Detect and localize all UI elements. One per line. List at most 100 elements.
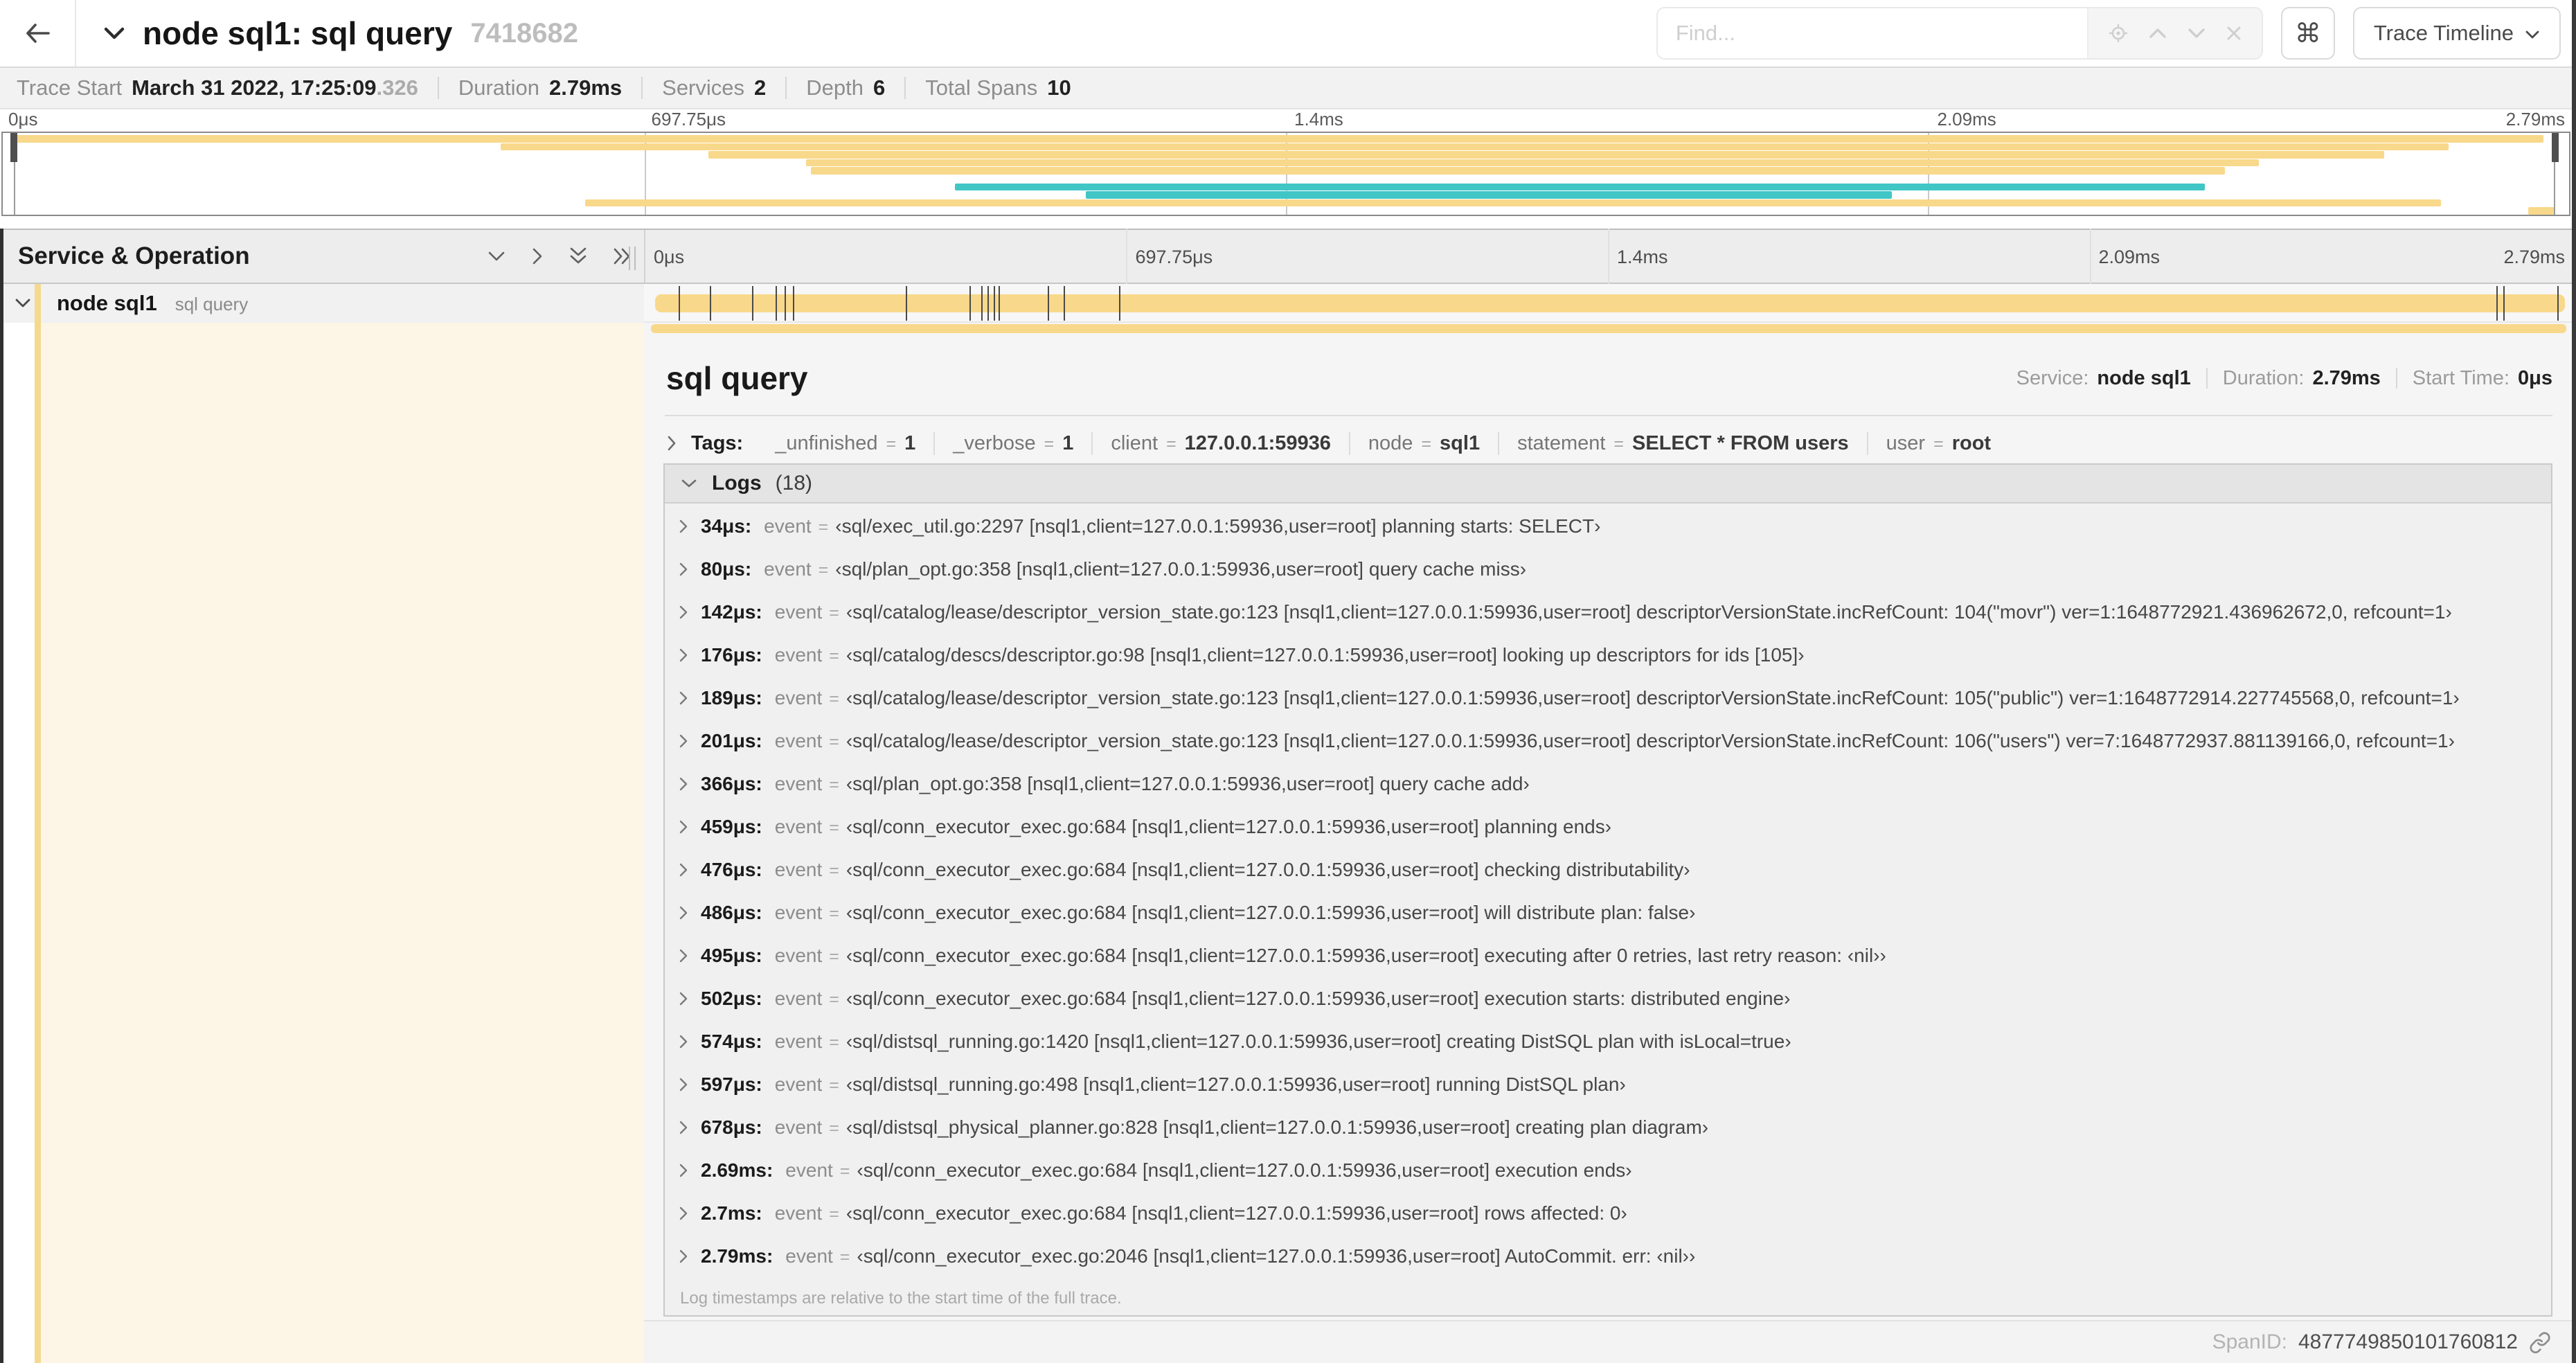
clear-search-icon[interactable] [2226, 25, 2242, 42]
detail-row-left-column [0, 323, 644, 1363]
trace-depth: Depth 6 [806, 75, 886, 100]
log-entry[interactable]: 80μs: event = ‹sql/plan_opt.go:358 [nsql… [665, 548, 2551, 591]
find-ops [2086, 8, 2262, 58]
divider [437, 77, 439, 99]
log-entry[interactable]: 459μs: event = ‹sql/conn_executor_exec.g… [665, 805, 2551, 848]
minimap-span [500, 143, 2449, 151]
log-field-value: ‹sql/exec_util.go:2297 [nsql1,client=127… [835, 515, 1601, 537]
log-entry[interactable]: 34μs: event = ‹sql/exec_util.go:2297 [ns… [665, 505, 2551, 548]
tags-accordian[interactable]: Tags: _unfinished = 1 _verbose = 1 clien… [666, 424, 2552, 463]
log-marker [1048, 286, 1050, 321]
log-timestamp: 366μs: [701, 773, 762, 794]
prev-match-icon[interactable] [2148, 27, 2167, 39]
log-field-key: event [774, 687, 823, 709]
log-entry[interactable]: 201μs: event = ‹sql/catalog/lease/descri… [665, 720, 2551, 763]
logs-accordian: Logs (18) 34μs: event = ‹sql/exec_util.g… [663, 463, 2552, 1317]
chevron-right-icon [679, 518, 688, 535]
minimap-left-scrubber[interactable] [10, 133, 17, 162]
log-field-value: ‹sql/conn_executor_exec.go:684 [nsql1,cl… [846, 945, 1886, 966]
log-field-key: event [774, 601, 823, 623]
log-marker [994, 286, 996, 321]
log-entry[interactable]: 176μs: event = ‹sql/catalog/descs/descri… [665, 634, 2551, 677]
log-timestamp: 678μs: [701, 1116, 762, 1138]
next-match-icon[interactable] [2187, 27, 2206, 39]
log-field-key: event [785, 1245, 833, 1267]
log-entry[interactable]: 2.79ms: event = ‹sql/conn_executor_exec.… [665, 1235, 2551, 1278]
tag-item: statement = SELECT * FROM users [1498, 431, 1867, 455]
logs-header[interactable]: Logs (18) [665, 465, 2551, 504]
log-field-value: ‹sql/conn_executor_exec.go:684 [nsql1,cl… [846, 859, 1690, 880]
log-field-key: event [774, 1031, 823, 1052]
log-entry[interactable]: 2.69ms: event = ‹sql/conn_executor_exec.… [665, 1149, 2551, 1192]
span-detail-panel: sql query Service: node sql1 Duration: 2.7… [644, 323, 2572, 1363]
log-field-key: event [774, 1202, 823, 1224]
chevron-right-icon [679, 1248, 688, 1265]
collapse-all-icon[interactable] [568, 246, 589, 267]
log-field-value: ‹sql/catalog/lease/descriptor_version_st… [846, 601, 2452, 623]
time-tick-label: 1.4ms [1294, 109, 1343, 130]
service-color-stripe [35, 284, 41, 323]
log-field-key: event [774, 945, 823, 966]
log-entry[interactable]: 142μs: event = ‹sql/catalog/lease/descri… [665, 591, 2551, 634]
log-entry[interactable]: 2.7ms: event = ‹sql/conn_executor_exec.g… [665, 1192, 2551, 1235]
log-timestamp: 142μs: [701, 601, 762, 623]
chevron-down-icon[interactable] [102, 25, 126, 42]
right-scrollbar[interactable] [2572, 0, 2576, 1363]
divider [2206, 368, 2208, 389]
log-entry[interactable]: 495μs: event = ‹sql/conn_executor_exec.g… [665, 934, 2551, 977]
trace-view-selector[interactable]: Trace Timeline [2352, 7, 2561, 60]
log-entry[interactable]: 476μs: event = ‹sql/conn_executor_exec.g… [665, 848, 2551, 891]
log-timestamp: 486μs: [701, 902, 762, 923]
log-entry[interactable]: 678μs: event = ‹sql/distsql_physical_pla… [665, 1106, 2551, 1149]
chevron-right-icon [679, 905, 688, 921]
chevron-right-icon [679, 1162, 688, 1179]
collapse-one-icon[interactable] [486, 249, 507, 263]
back-button[interactable] [0, 0, 76, 66]
span-row-timeline-cell[interactable] [644, 284, 2572, 323]
log-field-value: ‹sql/conn_executor_exec.go:684 [nsql1,cl… [846, 988, 1791, 1009]
find-input[interactable] [1657, 8, 2087, 58]
chevron-right-icon [679, 561, 688, 578]
trace-minimap[interactable] [1, 132, 2570, 216]
minimap-span [12, 135, 2543, 143]
log-entry[interactable]: 189μs: event = ‹sql/catalog/lease/descri… [665, 677, 2551, 720]
log-marker [987, 286, 990, 321]
trace-services: Services 2 [662, 75, 767, 100]
log-field-key: event [774, 988, 823, 1009]
expand-one-icon[interactable] [530, 246, 544, 267]
time-tick-label: 697.75μs [1135, 247, 1213, 267]
log-entry[interactable]: 502μs: event = ‹sql/conn_executor_exec.g… [665, 977, 2551, 1020]
minimap-right-scrubber[interactable] [2552, 133, 2559, 162]
log-timestamp: 495μs: [701, 945, 762, 966]
span-detail-header[interactable]: sql query Service: node sql1 Duration: 2.7… [666, 350, 2552, 406]
log-field-key: event [774, 1074, 823, 1095]
log-timestamp: 34μs: [701, 515, 752, 537]
locate-icon[interactable] [2108, 23, 2129, 44]
keyboard-shortcuts-button[interactable]: ⌘ [2280, 7, 2335, 60]
span-operation-name: sql query [175, 294, 249, 314]
log-marker [678, 286, 680, 321]
tags-label: Tags: [691, 431, 744, 454]
log-entry[interactable]: 597μs: event = ‹sql/distsql_running.go:4… [665, 1063, 2551, 1106]
logs-footer-note: Log timestamps are relative to the start… [680, 1289, 1122, 1308]
log-timestamp: 189μs: [701, 687, 762, 709]
log-marker [1119, 286, 1121, 321]
log-marker [905, 286, 907, 321]
trace-title-group: node sql1: sql query 7418682 [102, 15, 578, 52]
log-entry[interactable]: 574μs: event = ‹sql/distsql_running.go:1… [665, 1020, 2551, 1063]
span-row-service-cell[interactable]: node sql1 sql query [0, 284, 644, 323]
log-entry[interactable]: 486μs: event = ‹sql/conn_executor_exec.g… [665, 891, 2551, 934]
link-icon[interactable] [2529, 1331, 2551, 1353]
left-scrollbar[interactable] [0, 229, 3, 1363]
minimap-span [2528, 207, 2554, 215]
detail-span-bar[interactable] [651, 324, 2566, 333]
span-stats: Service: node sql1 Duration: 2.79ms Start … [2016, 367, 2552, 390]
column-resizer[interactable] [625, 247, 640, 270]
chevron-down-icon [2525, 27, 2540, 39]
detail-row-highlight [41, 323, 644, 1363]
chevron-right-icon [679, 947, 688, 964]
chevron-down-icon[interactable] [14, 297, 32, 310]
chevron-right-icon [679, 1205, 688, 1222]
trace-total-spans: Total Spans 10 [925, 75, 1071, 100]
log-entry[interactable]: 366μs: event = ‹sql/plan_opt.go:358 [nsq… [665, 763, 2551, 805]
